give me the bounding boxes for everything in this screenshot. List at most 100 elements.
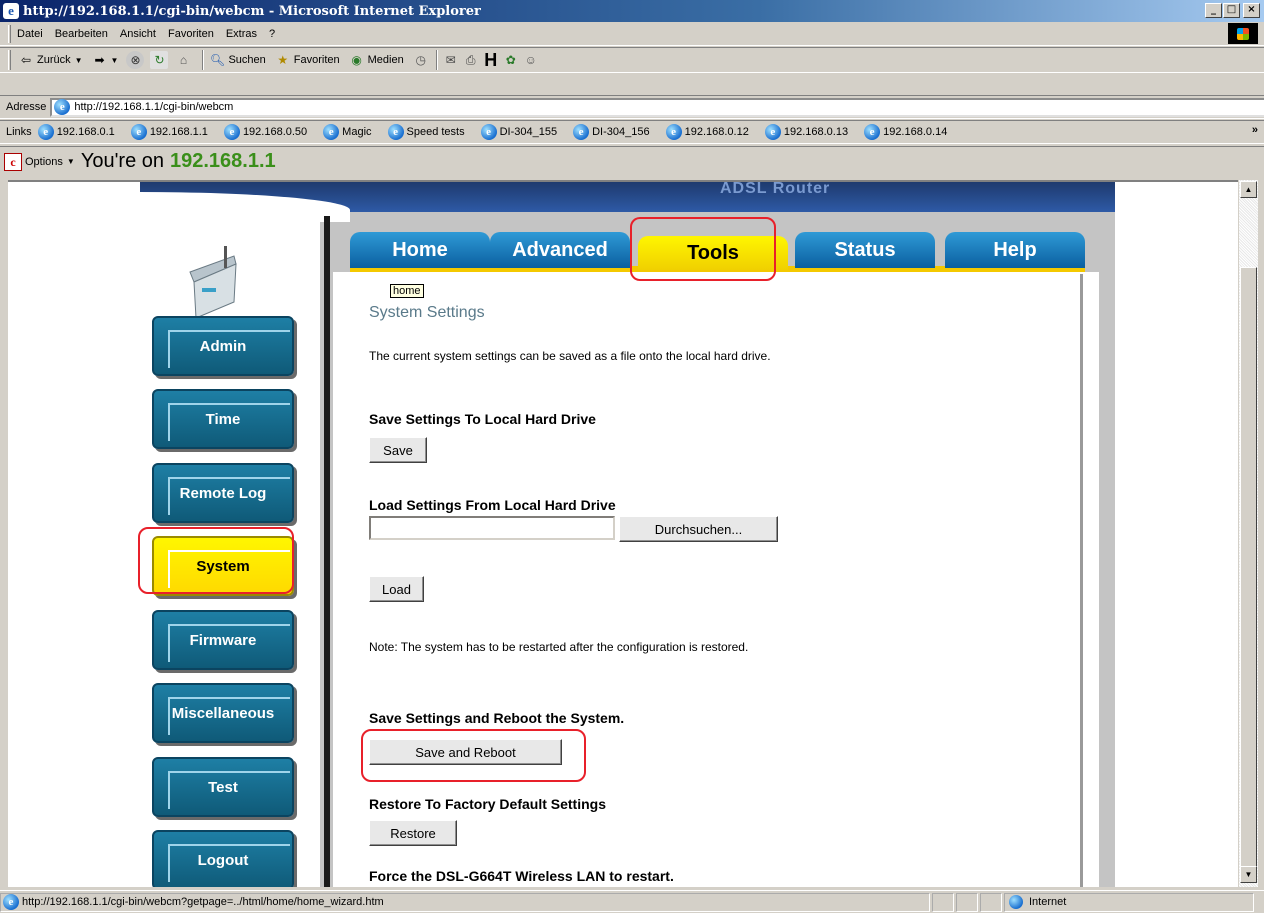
- links-bar: Links e 192.168.0.1 e 192.168.1.1 e 192.168…: [0, 120, 1264, 144]
- sidebar-item-admin[interactable]: Admin: [152, 316, 294, 376]
- link-label: 192.168.0.13: [783, 126, 849, 138]
- stop-icon[interactable]: ⊗: [126, 51, 145, 69]
- current-ip: 192.168.1.1: [170, 150, 276, 172]
- favorites-icon: ★: [277, 53, 289, 67]
- forward-dropdown-icon[interactable]: ▼: [111, 56, 119, 65]
- search-label: Suchen: [228, 54, 266, 66]
- menu-help[interactable]: ?: [269, 28, 275, 40]
- address-input[interactable]: e http://192.168.1.1/cgi-bin/webcm ▼: [50, 97, 1264, 117]
- sidebar-item-remote-log[interactable]: Remote Log: [152, 463, 294, 523]
- maximize-button[interactable]: □: [1223, 3, 1240, 18]
- address-label: Adresse: [6, 101, 47, 113]
- ie-link-icon: e: [323, 124, 340, 140]
- page-viewport: ADSL Router Admin Time Remote Log System…: [8, 180, 1238, 887]
- menu-favoriten[interactable]: Favoriten: [168, 28, 214, 40]
- options-menu[interactable]: Options: [25, 156, 63, 168]
- search-button[interactable]: 🔍︎ Suchen: [208, 51, 266, 69]
- restart-note: Note: The system has to be restarted aft…: [369, 640, 749, 654]
- menu-extras[interactable]: Extras: [226, 28, 257, 40]
- restore-button[interactable]: Restore: [369, 820, 457, 846]
- tab-home[interactable]: Home: [350, 232, 490, 268]
- restore-heading: Restore To Factory Default Settings: [369, 796, 607, 812]
- back-button[interactable]: ⇦ Zurück ▼: [17, 51, 83, 69]
- link-item[interactable]: e 192.168.0.12: [665, 124, 749, 140]
- tab-status[interactable]: Status: [795, 232, 935, 268]
- status-text: http://192.168.1.1/cgi-bin/webcm?getpage…: [22, 896, 384, 908]
- sidebar-item-test[interactable]: Test: [152, 757, 294, 817]
- favorites-label: Favoriten: [293, 54, 340, 66]
- link-label: 192.168.0.50: [242, 126, 308, 138]
- scroll-down-icon[interactable]: ▼: [1240, 866, 1257, 883]
- link-item[interactable]: e 192.168.0.13: [764, 124, 849, 140]
- refresh-icon[interactable]: ↻: [150, 51, 169, 69]
- link-item[interactable]: e 192.168.0.1: [37, 124, 115, 140]
- youre-on-label: You're on: [80, 150, 164, 172]
- address-bar: Adresse e http://192.168.1.1/cgi-bin/web…: [0, 95, 1264, 119]
- link-item[interactable]: e 192.168.0.50: [223, 124, 308, 140]
- link-item[interactable]: e Magic: [323, 124, 372, 140]
- zone-label: Internet: [1029, 896, 1067, 908]
- messenger-icon[interactable]: ☺: [522, 51, 540, 69]
- link-item[interactable]: e Speed tests: [387, 124, 465, 140]
- standard-toolbar: ⇦ Zurück ▼ ➡ ▼ ⊗ ↻ ⌂ 🔍︎ Suchen ★ Favorit…: [0, 47, 1264, 73]
- sidebar-item-miscellaneous[interactable]: Miscellaneous: [152, 683, 294, 743]
- options-dropdown-icon[interactable]: ▼: [67, 157, 75, 166]
- link-label: Magic: [342, 126, 372, 138]
- link-item[interactable]: e 192.168.1.1: [130, 124, 208, 140]
- forward-button[interactable]: ➡ ▼: [91, 51, 119, 69]
- ie-link-icon: e: [130, 124, 147, 140]
- sidebar-item-time[interactable]: Time: [152, 389, 294, 449]
- favorites-button[interactable]: ★ Favoriten: [274, 51, 340, 69]
- link-label: DI-304_155: [499, 126, 558, 138]
- scroll-up-icon[interactable]: ▲: [1240, 181, 1257, 198]
- home-icon[interactable]: ⌂: [174, 51, 192, 69]
- sidebar-label: Firmware: [189, 631, 257, 649]
- sidebar-item-firmware[interactable]: Firmware: [152, 610, 294, 670]
- internet-globe-icon: [1009, 895, 1023, 909]
- link-item[interactable]: e DI-304_155: [480, 124, 558, 140]
- history-icon[interactable]: ◷: [412, 51, 430, 69]
- save-button[interactable]: Save: [369, 437, 427, 463]
- address-url: http://192.168.1.1/cgi-bin/webcm: [74, 101, 234, 113]
- ie-link-icon: e: [480, 124, 497, 140]
- media-label: Medien: [367, 54, 404, 66]
- window-title: http://192.168.1.1/cgi-bin/webcm - Micro…: [23, 3, 481, 19]
- load-heading: Load Settings From Local Hard Drive: [369, 497, 616, 513]
- sidebar-item-logout[interactable]: Logout: [152, 830, 294, 887]
- menu-bearbeiten[interactable]: Bearbeiten: [55, 28, 108, 40]
- tab-help[interactable]: Help: [945, 232, 1085, 268]
- page-icon: e: [54, 99, 71, 115]
- h-icon[interactable]: H: [482, 51, 500, 69]
- browser-window: e http://192.168.1.1/cgi-bin/webcm - Mic…: [0, 0, 1264, 913]
- tab-advanced[interactable]: Advanced: [490, 232, 630, 268]
- toolbar-grip: [8, 50, 11, 70]
- save-heading: Save Settings To Local Hard Drive: [369, 411, 596, 427]
- link-label: 192.168.0.14: [883, 126, 948, 138]
- links-more-icon[interactable]: »: [1252, 124, 1258, 136]
- media-button[interactable]: ◉ Medien: [348, 51, 404, 69]
- ie-link-icon: e: [665, 124, 682, 140]
- close-button[interactable]: ×: [1243, 3, 1260, 18]
- link-label: 192.168.0.1: [56, 126, 115, 138]
- browse-button[interactable]: Durchsuchen...: [619, 516, 778, 542]
- status-cell: [980, 892, 1002, 912]
- vertical-scrollbar[interactable]: ▲ ▼: [1238, 180, 1258, 887]
- options-toolbar: c Options ▼ You're on 192.168.1.1: [0, 146, 1264, 176]
- minimize-button[interactable]: _: [1205, 3, 1222, 18]
- file-input[interactable]: [369, 516, 615, 540]
- forward-arrow-icon: ➡: [94, 53, 105, 67]
- link-item[interactable]: e DI-304_156: [573, 124, 650, 140]
- print-icon[interactable]: ⎙: [462, 51, 480, 69]
- link-item[interactable]: e 192.168.0.14: [864, 124, 947, 140]
- content-panel: [333, 272, 1099, 887]
- scroll-thumb[interactable]: [1240, 267, 1257, 878]
- ie-link-icon: e: [37, 124, 54, 140]
- mail-icon[interactable]: ✉: [442, 51, 460, 69]
- load-button[interactable]: Load: [369, 576, 424, 602]
- back-dropdown-icon[interactable]: ▼: [75, 56, 83, 65]
- menu-ansicht[interactable]: Ansicht: [120, 28, 156, 40]
- router-device-icon: [189, 246, 237, 319]
- flower-icon[interactable]: ✿: [502, 51, 520, 69]
- menu-bar: Datei Bearbeiten Ansicht Favoriten Extra…: [0, 22, 1264, 46]
- menu-datei[interactable]: Datei: [17, 28, 43, 40]
